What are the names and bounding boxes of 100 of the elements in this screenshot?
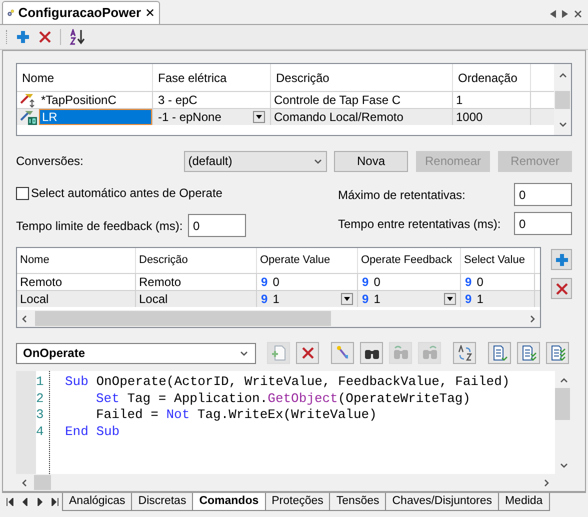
- line-number: 2: [36, 390, 45, 407]
- checkbox[interactable]: [16, 186, 29, 200]
- plus-icon: [16, 30, 30, 44]
- toolbar-button[interactable]: [546, 342, 569, 364]
- integer-type-glyph: 9: [362, 274, 369, 291]
- sheet-tab[interactable]: Chaves/Disjuntores: [385, 493, 499, 511]
- line-number: 1: [36, 374, 45, 390]
- value-cell-text: 0: [272, 274, 280, 291]
- replace-icon: [456, 345, 472, 361]
- close-button[interactable]: ✕: [145, 4, 155, 22]
- description-cell-text: Remoto: [139, 274, 182, 291]
- toolbar-button[interactable]: [360, 342, 383, 364]
- wand-icon: [334, 345, 350, 361]
- toolbar-button[interactable]: [453, 342, 476, 364]
- dropdown-button[interactable]: [253, 111, 265, 123]
- integer-type-glyph: 9: [261, 274, 268, 291]
- first-tab-icon[interactable]: [6, 498, 14, 506]
- digital-command-icon: [19, 109, 37, 125]
- line-number: 3: [36, 407, 45, 424]
- integer-type-glyph: 9: [261, 291, 268, 308]
- field-label: Tempo limite de feedback (ms):: [16, 218, 184, 234]
- name-cell[interactable]: LR: [39, 109, 152, 125]
- next-tab-icon[interactable]: [36, 498, 44, 506]
- checkbox-label: Select automático antes de Operate: [31, 185, 222, 202]
- name-cell-text: Local: [20, 291, 49, 308]
- caret-icon: [256, 115, 262, 119]
- integer-type-glyph: 9: [362, 291, 369, 308]
- phase-cell-text: -1 - epNone: [158, 109, 222, 126]
- document-check-icon: [550, 345, 566, 361]
- value-cell-text: 0: [374, 274, 382, 291]
- sheet-tab[interactable]: Analógicas: [62, 493, 132, 511]
- left-arrow-icon[interactable]: [550, 10, 556, 18]
- code-line: Sub OnOperate(ActorID, WriteValue, FeedbackValue, Failed): [65, 374, 510, 390]
- add-button[interactable]: [551, 249, 572, 270]
- document-check-icon: [492, 345, 508, 361]
- binoculars-icon: [392, 345, 410, 361]
- scroll-thumb[interactable]: [555, 388, 570, 420]
- right-arrow-icon[interactable]: [562, 10, 568, 18]
- integer-type-glyph: 9: [465, 274, 472, 291]
- delete-button[interactable]: [551, 278, 572, 299]
- description-cell-text: Local: [139, 291, 168, 308]
- field-label: Tempo entre retentativas (ms):: [338, 216, 502, 232]
- order-cell-text: 1000: [456, 109, 483, 126]
- caret-icon: [447, 297, 453, 301]
- dropdown-button[interactable]: [341, 293, 353, 305]
- close-icon[interactable]: [574, 10, 582, 18]
- value-cell-text: 1: [374, 291, 382, 308]
- code-line: Set Tag = Application.GetObject(OperateWriteTag): [96, 390, 470, 407]
- sheet-tab[interactable]: Discretas: [131, 493, 194, 511]
- scroll-thumb[interactable]: [34, 475, 51, 490]
- tap-changer-icon: [19, 92, 37, 108]
- sheet-tab[interactable]: Comandos: [192, 493, 266, 511]
- value-cell-text: 0: [476, 274, 484, 291]
- scroll-thumb[interactable]: [555, 90, 570, 108]
- sheet-tab[interactable]: Tensões: [329, 493, 386, 511]
- previous-tab-icon[interactable]: [21, 498, 29, 506]
- document-plus-icon: [270, 345, 286, 361]
- binoculars-icon: [420, 345, 438, 361]
- horizontal-scrollbar[interactable]: [17, 310, 540, 327]
- close-icon: [300, 346, 314, 360]
- document-tab[interactable]: ConfiguracaoPower ✕: [2, 1, 160, 24]
- input-field[interactable]: 0: [514, 212, 572, 235]
- scroll-thumb[interactable]: [35, 311, 331, 326]
- line-number: 4: [36, 424, 45, 440]
- input-field[interactable]: 0: [514, 183, 572, 206]
- event-dropdown[interactable]: OnOperate: [16, 342, 256, 364]
- document-check-icon: [520, 345, 536, 361]
- toolbar-button[interactable]: [38, 30, 52, 44]
- last-tab-icon[interactable]: [51, 498, 59, 506]
- conversions-dropdown[interactable]: (default): [184, 150, 327, 172]
- toolbar-button[interactable]: [69, 29, 87, 45]
- dropdown-button[interactable]: [444, 293, 456, 305]
- field-label: Máximo de retentativas:: [338, 186, 466, 204]
- phase-cell-text: 3 - epC: [158, 92, 198, 109]
- caret-icon: [344, 297, 350, 301]
- sheet-tab[interactable]: Proteções: [264, 493, 330, 511]
- toolbar-button[interactable]: [296, 342, 319, 364]
- integer-type-glyph: 9: [465, 291, 472, 308]
- code-line: Failed = Not Tag.WriteEx(WriteValue): [96, 407, 377, 424]
- vertical-scrollbar[interactable]: [554, 64, 571, 135]
- plus-icon: [554, 252, 568, 266]
- close-icon: [554, 282, 568, 296]
- close-icon: [38, 30, 52, 44]
- description-cell-text: Controle de Tap Fase C: [274, 92, 401, 109]
- value-cell-text: 1: [476, 291, 484, 308]
- code-editor[interactable]: 1 2 3 4 Sub OnOperate(ActorID, WriteValue, FeedbackValue, Failed) Set Tag = Application.GetObject(OperateWriteTag) Failed = Not Tag.WriteEx(WriteValue) End Sub: [16, 371, 572, 491]
- input-field[interactable]: 0: [188, 214, 246, 237]
- code-line: End Sub: [65, 424, 120, 440]
- description-cell-text: Comando Local/Remoto: [274, 109, 404, 126]
- sort-icon: [69, 29, 87, 45]
- document-title: ConfiguracaoPower: [18, 4, 141, 22]
- action-button[interactable]: Nova: [334, 150, 408, 172]
- conversions-label: Conversões:: [16, 153, 84, 170]
- toolbar-button[interactable]: [488, 342, 511, 364]
- name-cell[interactable]: *TapPositionC: [39, 92, 152, 108]
- sheet-tab[interactable]: Medida: [498, 493, 550, 511]
- value-cell-text: 1: [272, 291, 280, 308]
- name-cell-text: Remoto: [20, 274, 62, 291]
- toolbar-button[interactable]: [517, 342, 540, 364]
- order-cell-text: 1: [456, 92, 463, 109]
